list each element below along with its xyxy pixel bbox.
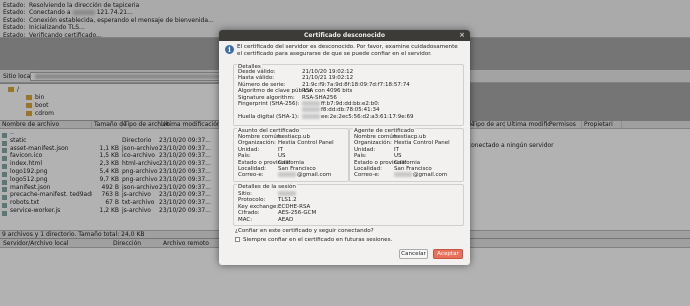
session-values: Sitio: Protocolo: TLS1.2 Key exchange:ECDHE…: [238, 191, 316, 223]
kv-value: 21:9c:f9:7a:9d:8f:18:09:7d:f7:18:57:74: [302, 81, 410, 88]
cancel-button[interactable]: Cancelar: [399, 249, 428, 259]
kv-row: MAC: AEAD: [238, 217, 316, 223]
dialog-message: El certificado del servidor es desconoci…: [237, 44, 458, 57]
kv-value: Hestia Control Panel: [394, 140, 450, 147]
close-icon[interactable]: ×: [459, 30, 465, 41]
redacted-text: [302, 101, 320, 107]
kv-label: Correo-e:: [238, 172, 264, 179]
kv-value: @gmail.com: [297, 172, 332, 179]
info-icon: i: [225, 45, 234, 54]
kv-value: AES-256-GCM: [278, 210, 317, 217]
always-trust-checkbox[interactable]: Siempre confiar en el certificado en fut…: [235, 237, 392, 243]
session-group: Detalles de la sesión Sitio: Protocolo: TL…: [233, 184, 464, 226]
kv-row: Correo-e: @gmail.com: [238, 172, 334, 178]
accept-button[interactable]: Aceptar: [433, 249, 463, 259]
kv-value: California: [278, 159, 305, 166]
details-values: Desde válido: 21/10/20 19:02:12 Hasta váli…: [238, 69, 413, 120]
kv-row: Correo-e: @gmail.com: [354, 172, 450, 178]
kv-value: RSA-SHA256: [302, 94, 337, 101]
kv-value: San Francisco: [278, 166, 316, 173]
trust-question: ¿Confiar en este certificado y seguir co…: [235, 228, 374, 234]
kv-label: Huella digital (SHA-1):: [238, 113, 299, 120]
dialog-titlebar: Certificado desconocido ×: [219, 30, 470, 41]
kv-value: RSA con 4096 bits: [302, 88, 353, 95]
redacted-text: [302, 113, 320, 119]
always-trust-label: Siempre confiar en el certificado en fut…: [243, 237, 393, 243]
kv-value: San Francisco: [394, 166, 432, 173]
dialog-title: Certificado desconocido: [304, 32, 385, 39]
kv-label: Correo-e:: [354, 172, 380, 179]
issuer-group: Agente de certificado Nombre común:hesti…: [349, 128, 464, 182]
redacted-text: [394, 172, 412, 178]
kv-value: 21/10/21 19:02:12: [302, 75, 354, 82]
subject-values: Nombre común:hestiacp.ub Organización: Hes…: [238, 134, 334, 179]
kv-value: Hestia Control Panel: [278, 140, 334, 147]
kv-value: IT: [278, 146, 283, 153]
kv-value: IT: [394, 146, 399, 153]
kv-value: TLS1.2: [278, 197, 297, 204]
redacted-text: [278, 172, 296, 178]
kv-value: ee:2e:2ec5:56:d2:a3:61:17:9e:69: [321, 113, 414, 120]
kv-value: California: [394, 159, 421, 166]
subject-group: Asunto del certificado Nombre común:hest…: [233, 128, 349, 182]
details-group: Detalles Desde válido: 21/10/20 19:02:12 H…: [233, 64, 464, 126]
certificate-dialog: Certificado desconocido × i El certifica…: [219, 30, 470, 265]
kv-value: ff:b7:9d:dd:bb:e2:b0:: [321, 101, 380, 108]
kv-value: f8:dd:db:78:05:41:34: [321, 107, 380, 114]
kv-value: US: [394, 153, 402, 160]
kv-value: AEAD: [278, 216, 294, 223]
kv-value: ECDHE-RSA: [278, 203, 311, 210]
redacted-text: [302, 107, 320, 113]
kv-label: MAC:: [238, 216, 253, 223]
redacted-text: [278, 191, 296, 196]
checkbox-box[interactable]: [235, 237, 240, 242]
kv-value: @gmail.com: [413, 172, 448, 179]
kv-value: US: [278, 153, 286, 160]
kv-row: Huella digital (SHA-1): ee:2e:2ec5:56:d2:…: [238, 113, 414, 120]
issuer-values: Nombre común:hestiacp.ub Organización: Hes…: [354, 134, 450, 179]
session-title: Detalles de la sesión: [237, 184, 297, 190]
